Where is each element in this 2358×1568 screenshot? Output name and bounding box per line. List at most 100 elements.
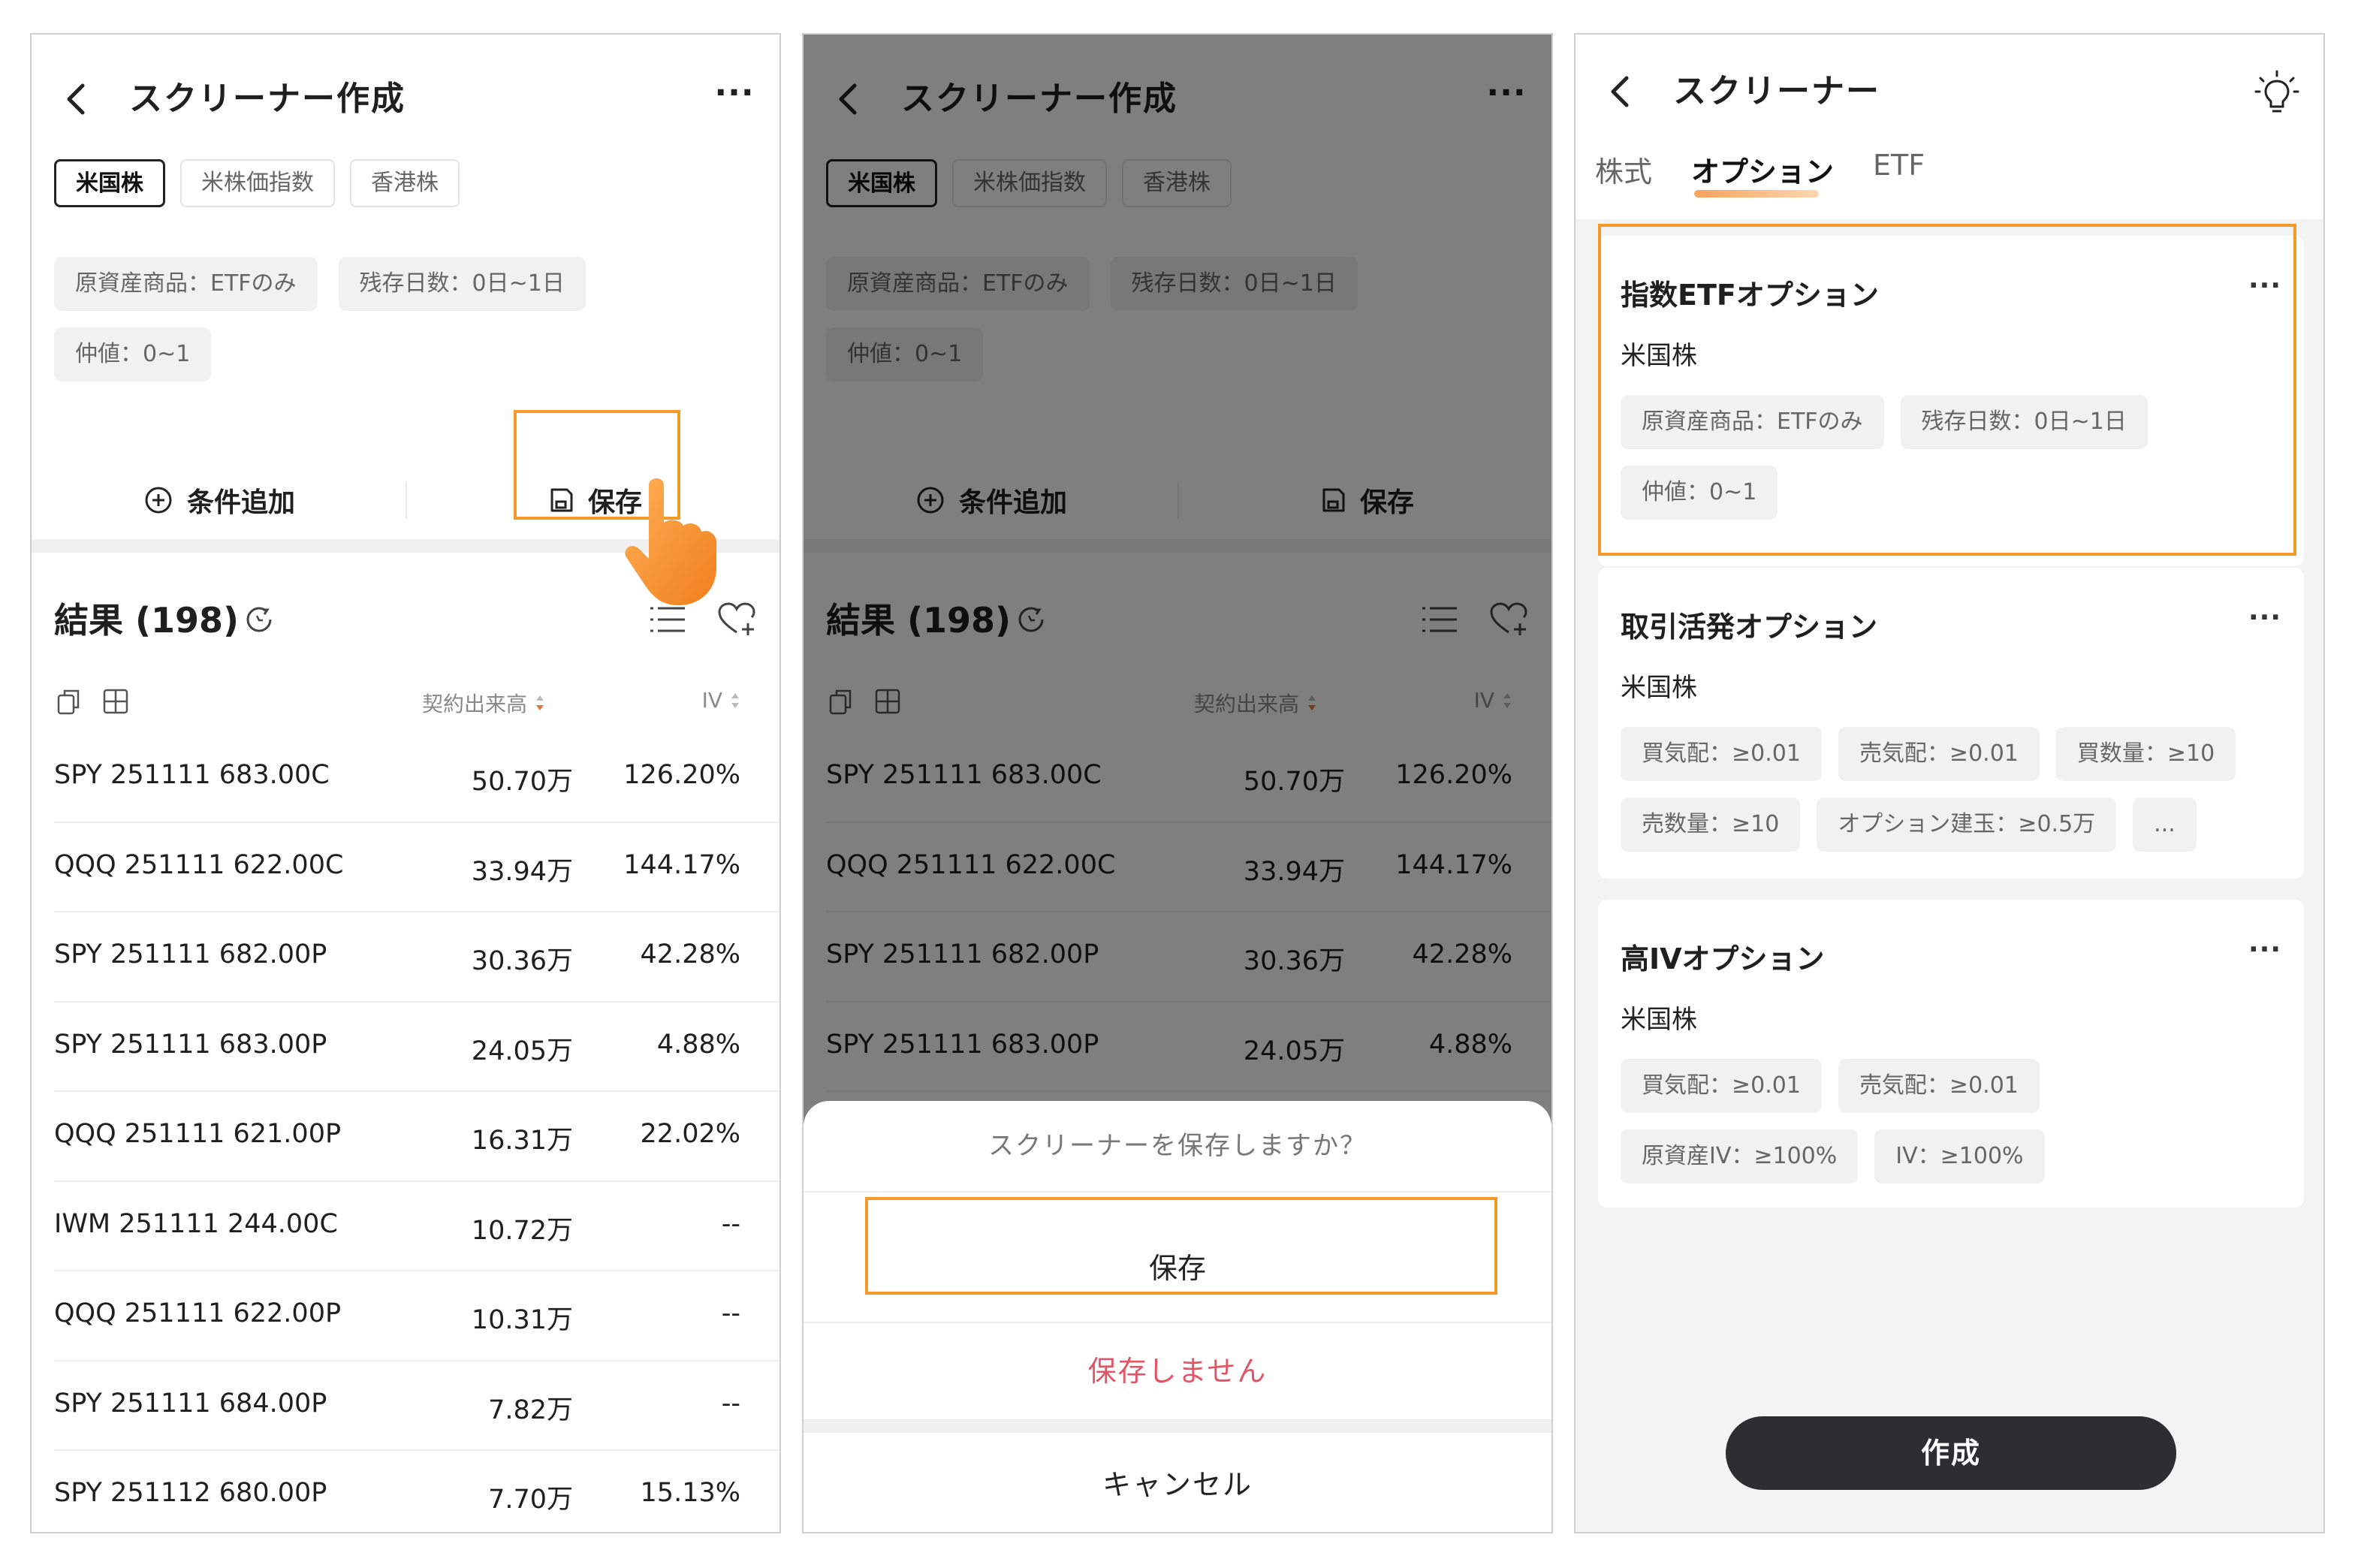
grid-icon[interactable] bbox=[101, 686, 131, 716]
confirm-save-highlight-box bbox=[865, 1197, 1497, 1295]
column-iv[interactable]: IV bbox=[702, 688, 740, 713]
screener-card[interactable]: 取引活発オプション ··· 米国株 買気配：≥0.01 売気配：≥0.01 買数… bbox=[1598, 568, 2304, 879]
condition-chip[interactable]: 原資産商品：ETFのみ bbox=[54, 257, 318, 311]
option-iv: 144.17% bbox=[623, 849, 740, 880]
screener-card-title: 取引活発オプション bbox=[1621, 611, 1878, 644]
condition-chip: 買気配：≥0.01 bbox=[1621, 1059, 1822, 1113]
tab-stocks[interactable]: 株式 bbox=[1595, 149, 1652, 190]
header: スクリーナー 株式 オプション ETF bbox=[1576, 35, 2323, 219]
dont-save-button[interactable]: 保存しません bbox=[804, 1326, 1551, 1416]
option-name: QQQ 251111 622.00P bbox=[54, 1298, 342, 1328]
option-name: QQQ 251111 622.00C bbox=[54, 849, 344, 880]
divider bbox=[804, 1191, 1551, 1193]
option-iv: 126.20% bbox=[623, 760, 740, 790]
condition-chips: 原資産商品：ETFのみ 残存日数：0日~1日 仲値：0~1 bbox=[54, 257, 730, 381]
table-row[interactable]: SPY 251111 682.00P 30.36万 42.28% bbox=[54, 912, 779, 1003]
save-question: スクリーナーを保存しますか？ bbox=[988, 1131, 1367, 1161]
results-count: 結果 (198) bbox=[54, 600, 240, 641]
screener-card-conditions: 買気配：≥0.01 売気配：≥0.01 原資産IV：≥100% IV：≥100% bbox=[1621, 1059, 2281, 1184]
option-iv: -- bbox=[721, 1208, 740, 1239]
screener-list-screen: スクリーナー 株式 オプション ETF 指数ETFオプション ··· 米国株 原… bbox=[1574, 33, 2325, 1533]
option-name: SPY 251111 683.00C bbox=[54, 760, 330, 790]
tab-etf-label: ETF bbox=[1873, 149, 1925, 182]
option-name: SPY 251111 682.00P bbox=[54, 939, 327, 969]
more-icon[interactable]: ··· bbox=[2248, 602, 2281, 633]
screener-edit-screen: スクリーナー作成 ··· 米国株 米株価指数 香港株 原資産商品：ETFのみ 残… bbox=[30, 33, 781, 1533]
market-tabs: 米国株 米株価指数 香港株 bbox=[54, 159, 460, 207]
back-arrow-icon[interactable] bbox=[1598, 69, 1643, 114]
divider bbox=[804, 1322, 1551, 1323]
column-volume[interactable]: 契約出来高 bbox=[422, 688, 545, 718]
active-tab-indicator bbox=[1694, 190, 1820, 198]
tab-us-indices[interactable]: 米株価指数 bbox=[180, 159, 335, 207]
option-volume: 7.82万 bbox=[488, 1395, 573, 1425]
sort-icon bbox=[731, 692, 739, 708]
header: スクリーナー作成 ··· bbox=[32, 35, 779, 162]
refresh-icon[interactable] bbox=[242, 602, 276, 637]
table-row[interactable]: SPY 251111 684.00P 7.82万 -- bbox=[54, 1361, 779, 1451]
option-iv: 42.28% bbox=[640, 939, 740, 969]
results-table: SPY 251111 683.00C 50.70万 126.20% QQQ 2511… bbox=[54, 733, 779, 1532]
copy-icon[interactable] bbox=[54, 686, 84, 716]
condition-chip: オプション建玉：≥0.5万 bbox=[1817, 798, 2117, 852]
back-arrow-icon[interactable] bbox=[54, 77, 99, 122]
option-name: SPY 251111 684.00P bbox=[54, 1388, 327, 1419]
page-title: スクリーナー bbox=[1673, 72, 1880, 110]
option-name: SPY 251112 680.00P bbox=[54, 1478, 327, 1508]
create-button[interactable]: 作成 bbox=[1726, 1416, 2176, 1490]
more-icon[interactable]: ··· bbox=[2248, 934, 2281, 965]
more-icon[interactable]: ··· bbox=[712, 77, 757, 122]
tab-options[interactable]: オプション bbox=[1691, 149, 1835, 198]
column-iv-label: IV bbox=[701, 688, 722, 713]
screener-card-title: 高IVオプション bbox=[1621, 942, 1825, 975]
tab-options-label: オプション bbox=[1691, 155, 1835, 188]
condition-chip[interactable]: 残存日数：0日~1日 bbox=[338, 257, 586, 311]
tab-us-stocks[interactable]: 米国株 bbox=[54, 159, 165, 207]
condition-chip: 買数量：≥10 bbox=[2055, 727, 2236, 781]
option-iv: -- bbox=[721, 1298, 740, 1328]
option-iv: -- bbox=[721, 1388, 740, 1419]
table-row[interactable]: IWM 251111 244.00C 10.72万 -- bbox=[54, 1182, 779, 1271]
option-iv: 22.02% bbox=[640, 1119, 740, 1149]
cancel-button[interactable]: キャンセル bbox=[804, 1436, 1551, 1532]
page-title: スクリーナー作成 bbox=[129, 80, 406, 118]
save-confirm-sheet: スクリーナーを保存しますか？ 保存 保存しません キャンセル bbox=[804, 1101, 1551, 1532]
option-volume: 30.36万 bbox=[471, 946, 573, 976]
add-condition-button[interactable]: 条件追加 bbox=[32, 463, 407, 538]
table-row[interactable]: QQQ 251111 622.00C 33.94万 144.17% bbox=[54, 823, 779, 912]
table-row[interactable]: SPY 251112 680.00P 7.70万 15.13% bbox=[54, 1451, 779, 1532]
option-volume: 7.70万 bbox=[488, 1485, 573, 1515]
add-condition-label: 条件追加 bbox=[186, 487, 295, 518]
screener-card-market: 米国株 bbox=[1621, 673, 1697, 703]
option-volume: 10.31万 bbox=[471, 1305, 573, 1335]
table-row[interactable]: SPY 251111 683.00P 24.05万 4.88% bbox=[54, 1003, 779, 1092]
table-row[interactable]: QQQ 251111 621.00P 16.31万 22.02% bbox=[54, 1092, 779, 1182]
option-volume: 50.70万 bbox=[471, 767, 573, 797]
condition-chip: 売数量：≥10 bbox=[1621, 798, 1801, 852]
table-row[interactable]: SPY 251111 683.00C 50.70万 126.20% bbox=[54, 733, 779, 823]
tap-hand-icon bbox=[625, 478, 716, 605]
table-row[interactable]: QQQ 251111 622.00P 10.31万 -- bbox=[54, 1271, 779, 1361]
screener-card-market: 米国株 bbox=[1621, 1005, 1697, 1035]
tab-etf[interactable]: ETF bbox=[1873, 149, 1925, 190]
option-name: QQQ 251111 621.00P bbox=[54, 1119, 342, 1149]
option-name: SPY 251111 683.00P bbox=[54, 1029, 327, 1060]
tab-stocks-label: 株式 bbox=[1595, 155, 1653, 188]
option-volume: 33.94万 bbox=[471, 856, 573, 887]
condition-chip[interactable]: 仲値：0~1 bbox=[54, 327, 212, 381]
condition-chip: 売気配：≥0.01 bbox=[1838, 727, 2040, 781]
condition-chip: 売気配：≥0.01 bbox=[1838, 1059, 2040, 1113]
condition-chip: 原資産IV：≥100% bbox=[1621, 1129, 1859, 1184]
option-iv: 15.13% bbox=[640, 1478, 740, 1508]
lightbulb-icon[interactable] bbox=[2253, 69, 2301, 117]
column-header: 契約出来高 IV bbox=[54, 682, 740, 727]
column-volume-label: 契約出来高 bbox=[421, 692, 527, 716]
screener-card[interactable]: 高IVオプション ··· 米国株 買気配：≥0.01 売気配：≥0.01 原資産… bbox=[1598, 900, 2304, 1208]
screener-card-conditions: 買気配：≥0.01 売気配：≥0.01 買数量：≥10 売数量：≥10 オプショ… bbox=[1621, 727, 2281, 852]
save-confirm-screen: スクリーナー作成 ··· 米国株 米株価指数 香港株 原資産商品：ETFのみ 残… bbox=[802, 33, 1553, 1533]
tab-hk-stocks[interactable]: 香港株 bbox=[350, 159, 460, 207]
new-screener-highlight-box bbox=[1598, 224, 2296, 556]
condition-chip: IV：≥100% bbox=[1874, 1129, 2045, 1184]
condition-chip-more: ... bbox=[2133, 798, 2197, 852]
option-volume: 24.05万 bbox=[471, 1036, 573, 1066]
